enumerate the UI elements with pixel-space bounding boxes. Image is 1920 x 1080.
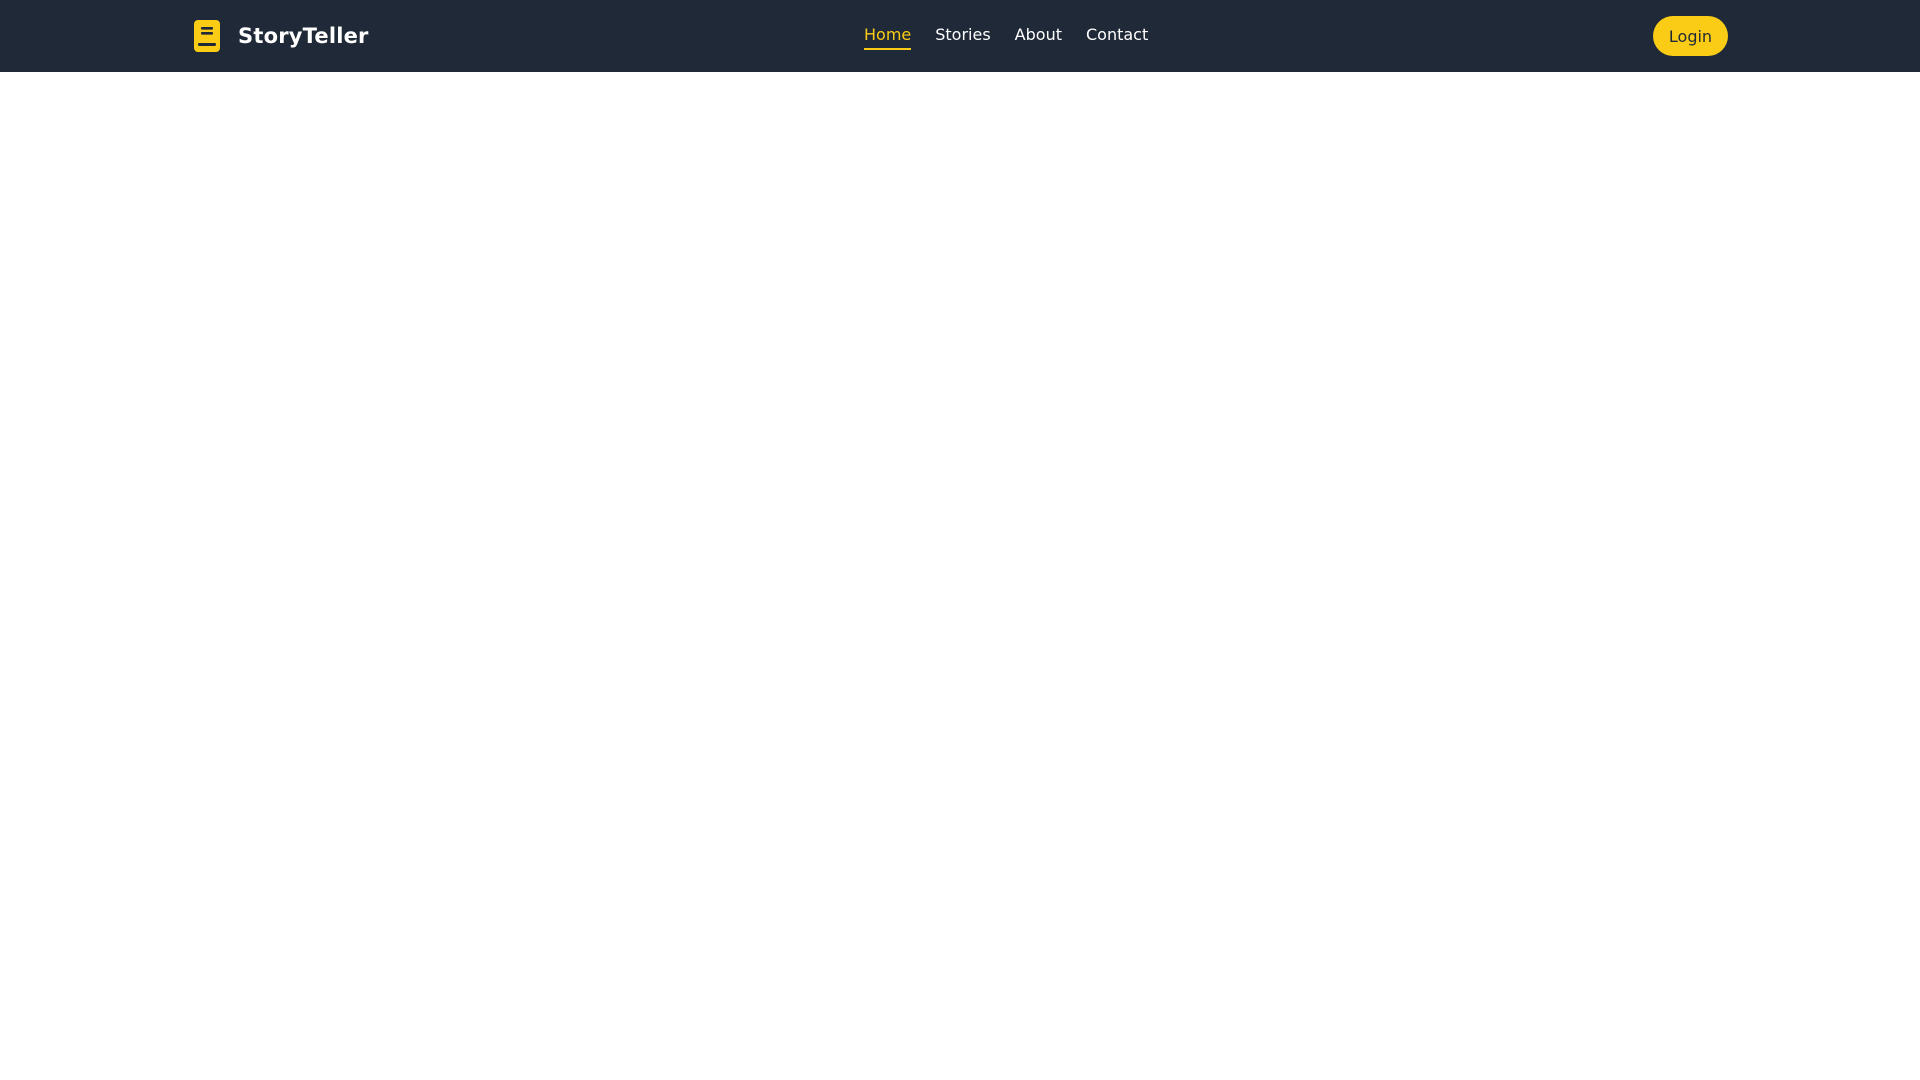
nav-link-about[interactable]: About — [1015, 23, 1062, 50]
login-button[interactable]: Login — [1653, 16, 1728, 56]
nav-link-home[interactable]: Home — [864, 23, 912, 50]
top-navbar: StoryTeller Home Stories About Contact L… — [0, 0, 1920, 72]
brand-logo-link[interactable]: StoryTeller — [194, 0, 369, 72]
main-nav: Home Stories About Contact — [864, 0, 1172, 72]
main-content — [0, 72, 1920, 1080]
navbar-inner: StoryTeller Home Stories About Contact L… — [0, 0, 1920, 72]
nav-link-contact[interactable]: Contact — [1086, 23, 1148, 50]
brand-name: StoryTeller — [238, 24, 369, 48]
nav-link-stories[interactable]: Stories — [935, 23, 990, 50]
book-icon — [194, 20, 220, 52]
